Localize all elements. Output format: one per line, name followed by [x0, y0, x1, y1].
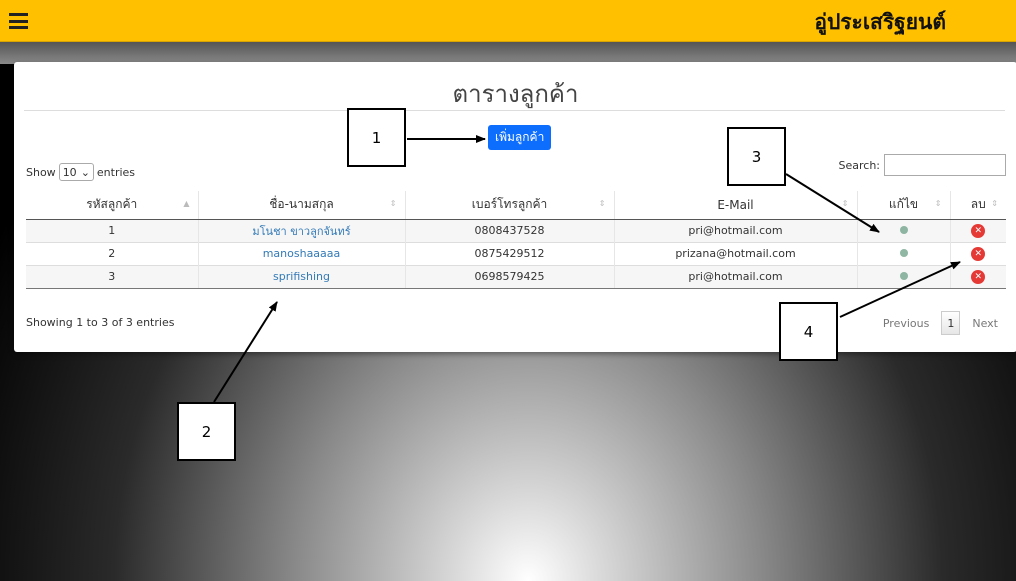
callout-arrow-2 [213, 301, 278, 403]
callout-arrow-4 [839, 261, 961, 318]
callout-box-4: 4 [779, 302, 838, 361]
callout-box-2: 2 [177, 402, 236, 461]
callout-box-1: 1 [347, 108, 406, 167]
callout-box-3: 3 [727, 127, 786, 186]
callout-arrow-3 [785, 173, 880, 233]
annotation-arrows [213, 135, 961, 403]
